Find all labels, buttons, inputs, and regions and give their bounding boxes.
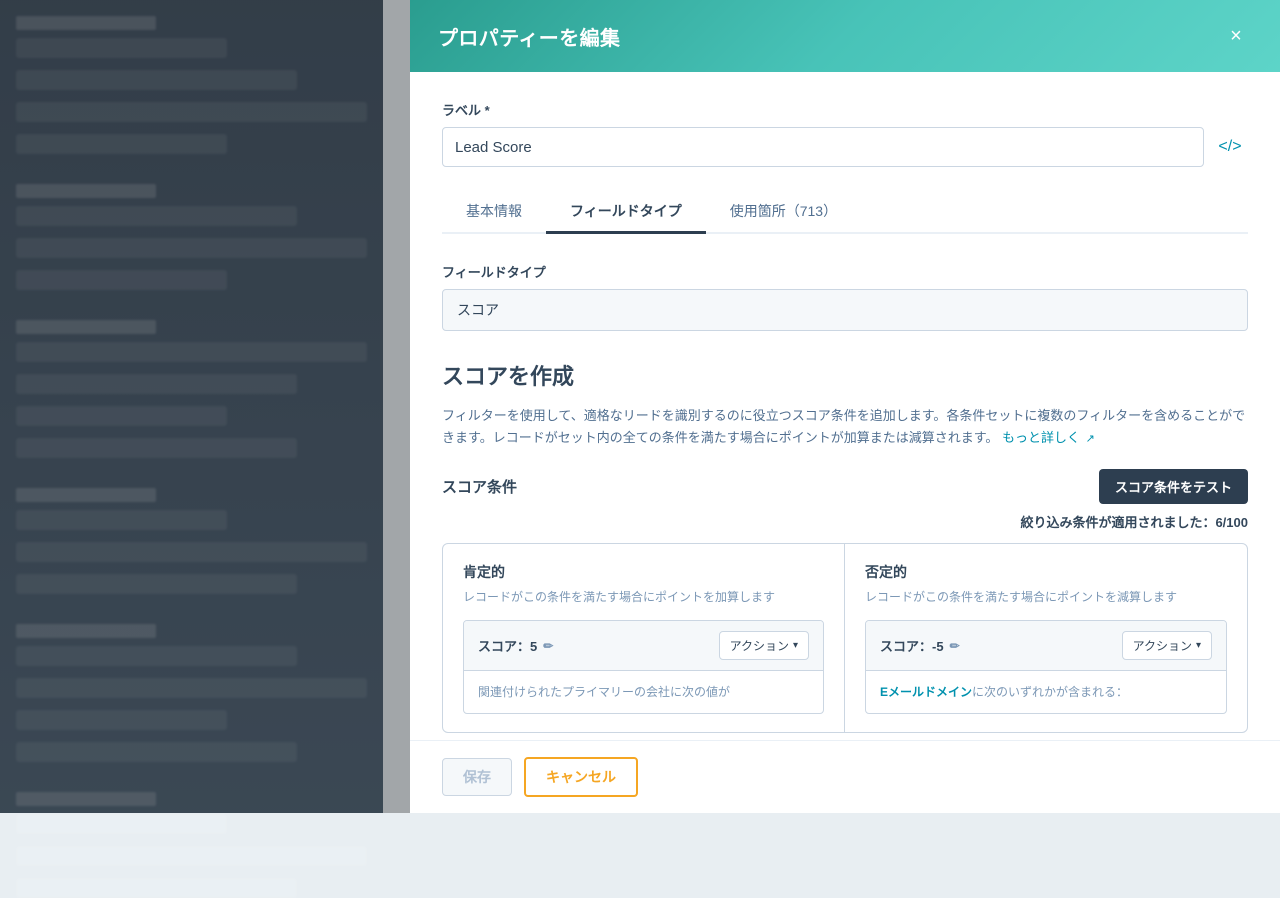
modal-panel: プロパティーを編集 × ラベル * </> 基本情報 フィールドタイプ 使用箇所… xyxy=(410,0,1280,813)
more-link[interactable]: もっと詳しく ↗ xyxy=(1002,430,1095,445)
test-score-conditions-button[interactable]: スコア条件をテスト xyxy=(1099,469,1248,504)
positive-score-value: スコア：5 ✏ xyxy=(478,636,553,655)
field-type-section-label: フィールドタイプ xyxy=(442,262,1248,281)
positive-condition-text: 関連付けられたプライマリーの会社に次の値が xyxy=(478,683,809,701)
tabs-container: 基本情報 フィールドタイプ 使用箇所（713） xyxy=(442,191,1248,234)
negative-score-edit-icon[interactable]: ✏ xyxy=(950,639,960,653)
tab-basic[interactable]: 基本情報 xyxy=(442,191,546,234)
negative-condition-link[interactable]: Eメールドメイン xyxy=(880,685,972,699)
label-input[interactable] xyxy=(442,127,1204,167)
external-link-icon: ↗ xyxy=(1086,430,1095,449)
cancel-button[interactable]: キャンセル xyxy=(524,757,638,797)
modal-footer: 保存 キャンセル xyxy=(410,740,1280,813)
positive-caret-icon: ▾ xyxy=(793,640,798,651)
save-button[interactable]: 保存 xyxy=(442,758,512,796)
modal-close-button[interactable]: × xyxy=(1220,20,1252,52)
label-field-label: ラベル * xyxy=(442,100,1248,119)
modal-header: プロパティーを編集 × xyxy=(410,0,1280,72)
field-type-display: スコア xyxy=(442,289,1248,331)
score-description: フィルターを使用して、適格なリードを識別するのに役立つスコア条件を追加します。各… xyxy=(442,405,1248,449)
tab-field-type[interactable]: フィールドタイプ xyxy=(546,191,706,234)
positive-action-button[interactable]: アクション ▾ xyxy=(719,631,809,660)
positive-score-item-body: 関連付けられたプライマリーの会社に次の値が xyxy=(464,671,823,713)
tab-usage[interactable]: 使用箇所（713） xyxy=(706,191,861,234)
negative-score-item-body: Eメールドメインに次のいずれかが含まれる： xyxy=(866,671,1226,713)
score-conditions-header: スコア条件 スコア条件をテスト xyxy=(442,469,1248,504)
positive-card-description: レコードがこの条件を満たす場合にポイントを加算します xyxy=(463,588,824,606)
positive-score-edit-icon[interactable]: ✏ xyxy=(543,639,553,653)
negative-score-item: スコア：-5 ✏ アクション ▾ Eメールドメインに次のいずれかが含まれる： xyxy=(865,620,1227,714)
negative-score-item-header: スコア：-5 ✏ アクション ▾ xyxy=(866,621,1226,671)
positive-score-card: 肯定的 レコードがこの条件を満たす場合にポイントを加算します スコア：5 ✏ ア… xyxy=(443,544,845,732)
negative-score-card: 否定的 レコードがこの条件を満たす場合にポイントを減算します スコア：-5 ✏ … xyxy=(845,544,1247,732)
negative-caret-icon: ▾ xyxy=(1196,640,1201,651)
negative-action-button[interactable]: アクション ▾ xyxy=(1122,631,1212,660)
negative-card-description: レコードがこの条件を満たす場合にポイントを減算します xyxy=(865,588,1227,606)
negative-card-title: 否定的 xyxy=(865,562,1227,582)
positive-score-item: スコア：5 ✏ アクション ▾ 関連付けられたプライマリーの会社に次の値が xyxy=(463,620,824,714)
filter-applied-text: 絞り込み条件が適用されました：6/100 xyxy=(442,512,1248,531)
score-conditions-title: スコア条件 xyxy=(442,476,517,497)
modal-body: ラベル * </> 基本情報 フィールドタイプ 使用箇所（713） フィールドタ… xyxy=(410,72,1280,740)
positive-score-item-header: スコア：5 ✏ アクション ▾ xyxy=(464,621,823,671)
negative-score-value: スコア：-5 ✏ xyxy=(880,636,960,655)
score-heading: スコアを作成 xyxy=(442,359,1248,391)
code-icon-button[interactable]: </> xyxy=(1212,129,1248,165)
score-cards-container: 肯定的 レコードがこの条件を満たす場合にポイントを加算します スコア：5 ✏ ア… xyxy=(442,543,1248,733)
label-input-row: </> xyxy=(442,127,1248,167)
negative-condition-text: Eメールドメインに次のいずれかが含まれる： xyxy=(880,683,1212,701)
positive-card-title: 肯定的 xyxy=(463,562,824,582)
modal-title: プロパティーを編集 xyxy=(438,22,620,51)
